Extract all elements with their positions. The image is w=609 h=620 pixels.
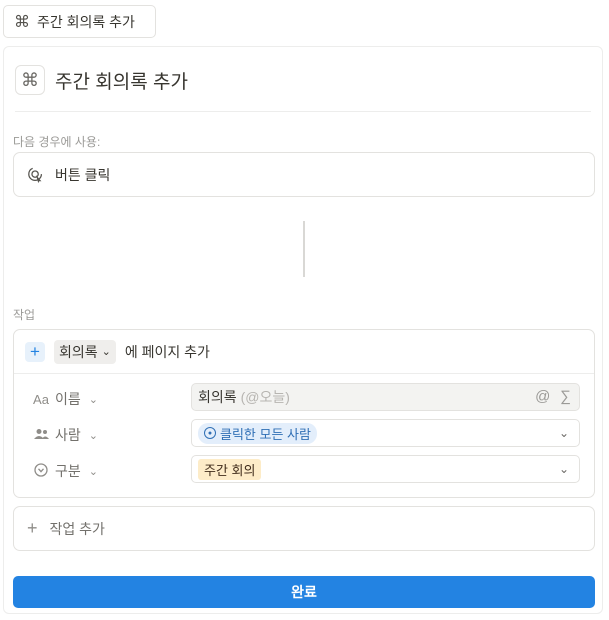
category-field[interactable]: 주간 회의 ⌄	[191, 455, 580, 483]
plus-icon: +	[27, 518, 38, 538]
add-action-button[interactable]: + 작업 추가	[13, 506, 595, 551]
formula-icon[interactable]: ∑	[560, 388, 571, 405]
person-field[interactable]: ● 클릭한 모든 사람 ⌄	[191, 419, 580, 447]
property-name: 이름	[55, 391, 81, 407]
property-label[interactable]: Aa 이름 ⌄	[33, 389, 98, 409]
name-value: 회의록	[198, 389, 237, 405]
mention-icon[interactable]: @	[535, 388, 550, 405]
command-icon: ⌘	[14, 13, 30, 31]
property-label[interactable]: 구분 ⌄	[33, 461, 98, 481]
select-icon	[33, 462, 49, 480]
add-page-suffix: 에 페이지 추가	[124, 343, 210, 360]
divider	[15, 111, 591, 112]
chevron-down-icon: ⌄	[88, 465, 98, 478]
property-name: 사람	[55, 427, 81, 443]
mention-hint: (@오늘)	[240, 389, 290, 405]
chevron-down-icon: ⌄	[101, 346, 111, 358]
database-select[interactable]: 회의록 ⌄	[54, 339, 116, 364]
button-click-icon	[28, 166, 43, 183]
people-icon	[33, 428, 49, 443]
person-value: 클릭한 모든 사람	[220, 426, 311, 442]
trigger-label: 버튼 클릭	[55, 166, 111, 183]
text-type-icon: Aa	[33, 391, 49, 407]
flow-connector	[303, 221, 305, 277]
property-row-category: 구분 ⌄ 주간 회의 ⌄	[14, 455, 594, 485]
automation-tab[interactable]: ⌘ 주간 회의록 추가	[3, 5, 156, 38]
add-action-label: 작업 추가	[49, 520, 105, 537]
trigger-section-label: 다음 경우에 사용:	[13, 135, 101, 149]
chevron-down-icon: ⌄	[88, 429, 98, 442]
trigger-card[interactable]: 버튼 클릭	[13, 152, 595, 197]
add-page-action: + 회의록 ⌄ 에 페이지 추가	[14, 330, 594, 374]
automation-tab-label: 주간 회의록 추가	[37, 13, 135, 30]
automation-header: ⌘ 주간 회의록 추가	[15, 65, 188, 95]
property-row-person: 사람 ⌄ ● 클릭한 모든 사람 ⌄	[14, 419, 594, 449]
database-name: 회의록	[59, 343, 98, 360]
chevron-down-icon: ⌄	[88, 393, 98, 406]
command-icon[interactable]: ⌘	[15, 65, 45, 95]
property-name: 구분	[55, 463, 81, 479]
automation-title[interactable]: 주간 회의록 추가	[55, 67, 188, 94]
property-label[interactable]: 사람 ⌄	[33, 425, 98, 445]
actions-section-label: 작업	[13, 308, 36, 322]
category-tag: 주간 회의	[198, 458, 262, 480]
automation-panel: ⌘ 주간 회의록 추가 다음 경우에 사용: 버튼 클릭 작업 + 회의록 ⌄ …	[3, 46, 603, 614]
done-button[interactable]: 완료	[13, 576, 595, 608]
user-icon: ●	[204, 427, 216, 439]
plus-icon[interactable]: +	[25, 341, 45, 362]
chevron-down-icon[interactable]: ⌄	[559, 462, 569, 476]
person-pill: ● 클릭한 모든 사람	[198, 422, 317, 444]
property-row-name: Aa 이름 ⌄ 회의록 (@오늘) @ ∑	[14, 383, 594, 413]
chevron-down-icon[interactable]: ⌄	[559, 426, 569, 440]
name-field[interactable]: 회의록 (@오늘) @ ∑	[191, 383, 580, 411]
action-card: + 회의록 ⌄ 에 페이지 추가 Aa 이름 ⌄ 회의록 (@오늘) @ ∑ 사…	[13, 329, 595, 498]
